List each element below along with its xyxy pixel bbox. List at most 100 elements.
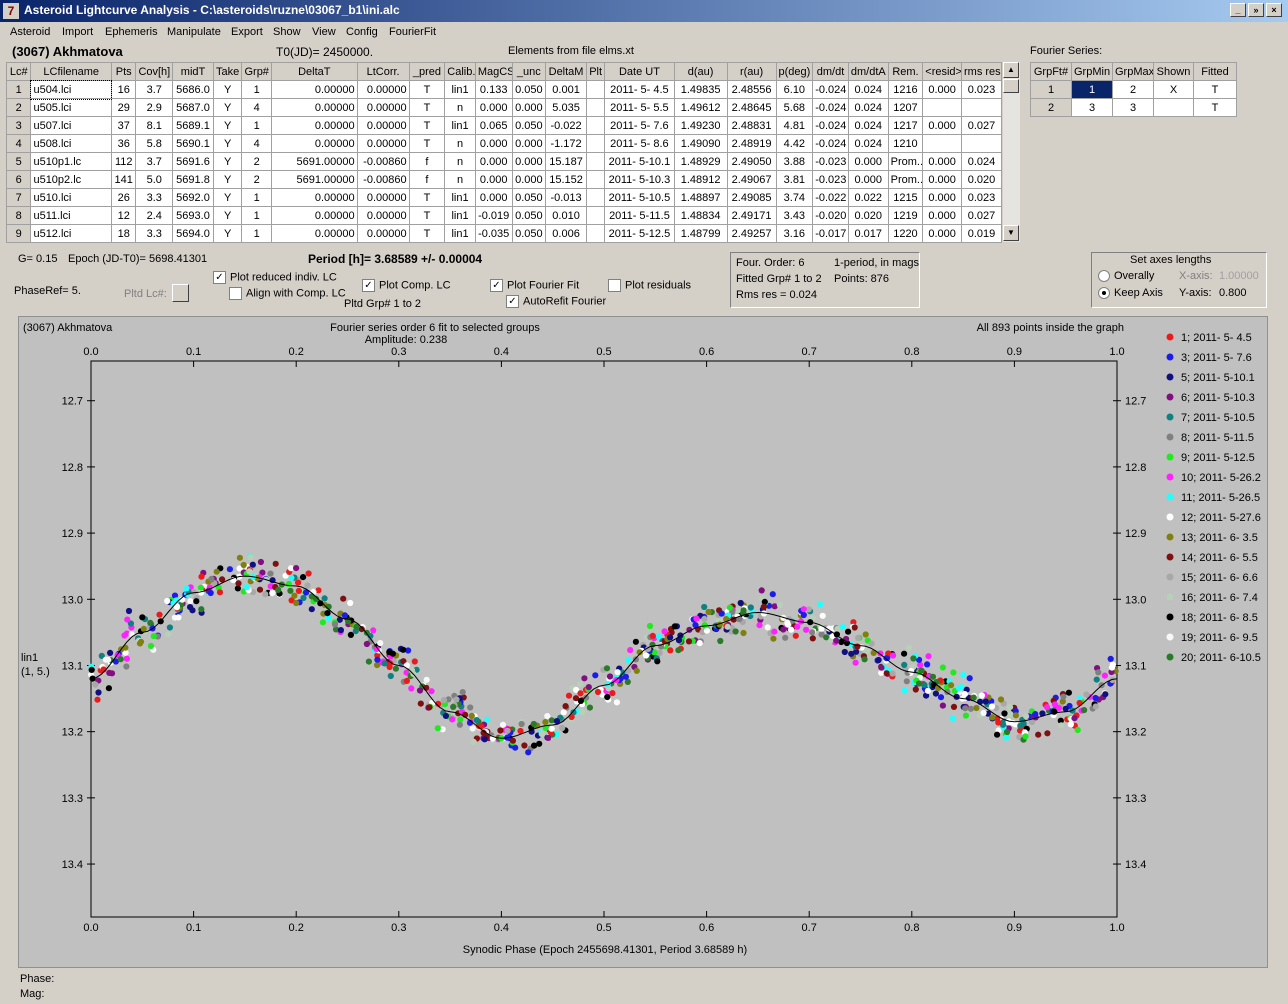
column-header[interactable]: DeltaM [545, 62, 587, 81]
table-cell[interactable]: 0.00000 [270, 116, 358, 135]
table-cell[interactable]: 3 [1112, 98, 1154, 117]
table-cell[interactable]: 5687.0 [172, 98, 214, 117]
table-cell[interactable]: 18 [110, 224, 137, 243]
plot-residuals-checkbox[interactable]: Plot residuals [608, 279, 691, 293]
table-cell[interactable]: f [408, 152, 446, 171]
table-cell[interactable]: 0.00000 [270, 134, 358, 153]
column-header[interactable]: r(au) [726, 62, 777, 81]
table-cell[interactable]: -0.017 [812, 224, 849, 243]
table-cell[interactable]: u507.lci [30, 116, 112, 135]
table-cell[interactable]: 0.000 [922, 224, 963, 243]
table-cell[interactable]: 0.00000 [356, 116, 410, 135]
table-cell[interactable]: Y [212, 152, 243, 171]
table-cell[interactable]: 5690.1 [172, 134, 214, 153]
table-cell[interactable]: 3.3 [135, 188, 174, 207]
table-cell[interactable]: 2.48645 [726, 98, 777, 117]
table-cell[interactable] [585, 80, 606, 99]
table-cell[interactable]: 0.020 [847, 206, 889, 225]
table-cell[interactable]: 5694.0 [172, 224, 214, 243]
table-cell[interactable]: 1 [241, 188, 272, 207]
table-cell[interactable]: 3.7 [135, 152, 174, 171]
table-cell[interactable]: 3.3 [135, 224, 174, 243]
table-cell[interactable]: -0.024 [812, 134, 849, 153]
table-cell[interactable]: 0.050 [511, 224, 547, 243]
row-header[interactable]: 1 [1030, 80, 1072, 99]
table-row[interactable]: 9 u512.lci 18 3.3 5694.0 Y 1 0.00000 0.00000 Tlin… [5, 224, 1002, 243]
minimize-button[interactable]: _ [1230, 3, 1246, 17]
table-cell[interactable]: T [1193, 80, 1237, 99]
table-cell[interactable]: 0.024 [847, 116, 889, 135]
menu-view[interactable]: View [312, 26, 336, 38]
table-cell[interactable]: 0.001 [545, 80, 587, 99]
table-cell[interactable]: 2.49067 [726, 170, 777, 189]
column-header[interactable]: GrpMax [1112, 62, 1154, 81]
table-cell[interactable]: 0.000 [511, 134, 547, 153]
table-cell[interactable]: 0.006 [545, 224, 587, 243]
table-cell[interactable]: -1.172 [545, 134, 587, 153]
table-cell[interactable]: 0.000 [474, 98, 513, 117]
table-row[interactable]: 1 u504.lci 16 3.7 5686.0 Y 1 0.00000 0.00000 Tlin… [5, 79, 1002, 100]
menu-import[interactable]: Import [62, 26, 93, 38]
table-cell[interactable]: 0.050 [511, 116, 547, 135]
table-cell[interactable]: 1.49612 [673, 98, 728, 117]
table-cell[interactable]: 3.74 [775, 188, 814, 207]
scroll-thumb[interactable] [1003, 79, 1019, 93]
column-header[interactable]: LtCorr. [356, 62, 410, 81]
table-cell[interactable]: 0.000 [922, 116, 963, 135]
table-cell[interactable]: 2 [1112, 80, 1154, 99]
column-header[interactable]: Date UT [604, 62, 675, 81]
table-cell[interactable]: Prom... [887, 170, 924, 189]
table-cell[interactable]: 0.00000 [270, 98, 358, 117]
keep-axis-radio[interactable]: Keep Axis [1098, 287, 1163, 300]
table-cell[interactable]: 3 [1071, 98, 1113, 117]
plot-reduced-checkbox[interactable]: ✓ Plot reduced indiv. LC [213, 271, 337, 285]
table-cell[interactable]: 2011- 5-10.5 [604, 188, 675, 207]
table-cell[interactable]: 1 [241, 206, 272, 225]
table-cell[interactable]: n [444, 134, 476, 153]
table-cell[interactable]: -0.020 [812, 206, 849, 225]
table-cell[interactable]: 5.8 [135, 134, 174, 153]
column-header[interactable]: rms res [961, 62, 1002, 81]
row-header[interactable]: 4 [5, 134, 32, 153]
plot-comp-lc-checkbox[interactable]: ✓ Plot Comp. LC [362, 279, 451, 293]
column-header[interactable]: Rem. [887, 62, 924, 81]
column-header[interactable]: DeltaT [270, 62, 358, 81]
app-icon[interactable]: 7 [3, 3, 19, 19]
column-header[interactable]: <resid> [922, 62, 963, 81]
row-header[interactable]: 8 [5, 206, 32, 225]
table-cell[interactable]: u512.lci [30, 224, 112, 243]
table-cell[interactable]: -0.035 [474, 224, 513, 243]
table-cell[interactable]: 0.00000 [270, 80, 358, 99]
table-cell[interactable]: 1.49090 [673, 134, 728, 153]
table-cell[interactable]: 6.10 [775, 80, 814, 99]
table-cell[interactable]: 0.024 [847, 134, 889, 153]
table-cell[interactable]: 1215 [887, 188, 924, 207]
table-cell[interactable]: 0.00000 [356, 134, 410, 153]
close-button[interactable]: × [1266, 3, 1282, 17]
table-cell[interactable]: 3.88 [775, 152, 814, 171]
row-header[interactable]: 9 [5, 224, 32, 243]
table-cell[interactable]: 15.187 [545, 152, 587, 171]
table-cell[interactable] [585, 116, 606, 135]
table-cell[interactable]: 2.4 [135, 206, 174, 225]
table-cell[interactable] [1153, 98, 1194, 117]
table-cell[interactable]: 2011- 5-11.5 [604, 206, 675, 225]
table-cell[interactable]: 3.81 [775, 170, 814, 189]
table-cell[interactable]: Y [212, 80, 243, 99]
table-cell[interactable]: 5.68 [775, 98, 814, 117]
scroll-down-button[interactable]: ▼ [1003, 225, 1019, 241]
row-header[interactable]: 1 [5, 80, 32, 99]
row-header[interactable]: 2 [5, 98, 32, 117]
table-cell[interactable]: n [444, 98, 476, 117]
table-cell[interactable]: 2011- 5- 7.6 [604, 116, 675, 135]
table-cell[interactable]: Y [212, 98, 243, 117]
table-cell[interactable]: T [408, 224, 446, 243]
table-cell[interactable]: 0.019 [961, 224, 1002, 243]
table-cell[interactable]: 1210 [887, 134, 924, 153]
table-cell[interactable]: 0.000 [922, 152, 963, 171]
table-cell[interactable]: Y [212, 170, 243, 189]
column-header[interactable]: _pred [408, 62, 446, 81]
column-header[interactable]: dm/dtA [847, 62, 889, 81]
table-cell[interactable]: 1 [241, 80, 272, 99]
menu-ephemeris[interactable]: Ephemeris [105, 26, 158, 38]
